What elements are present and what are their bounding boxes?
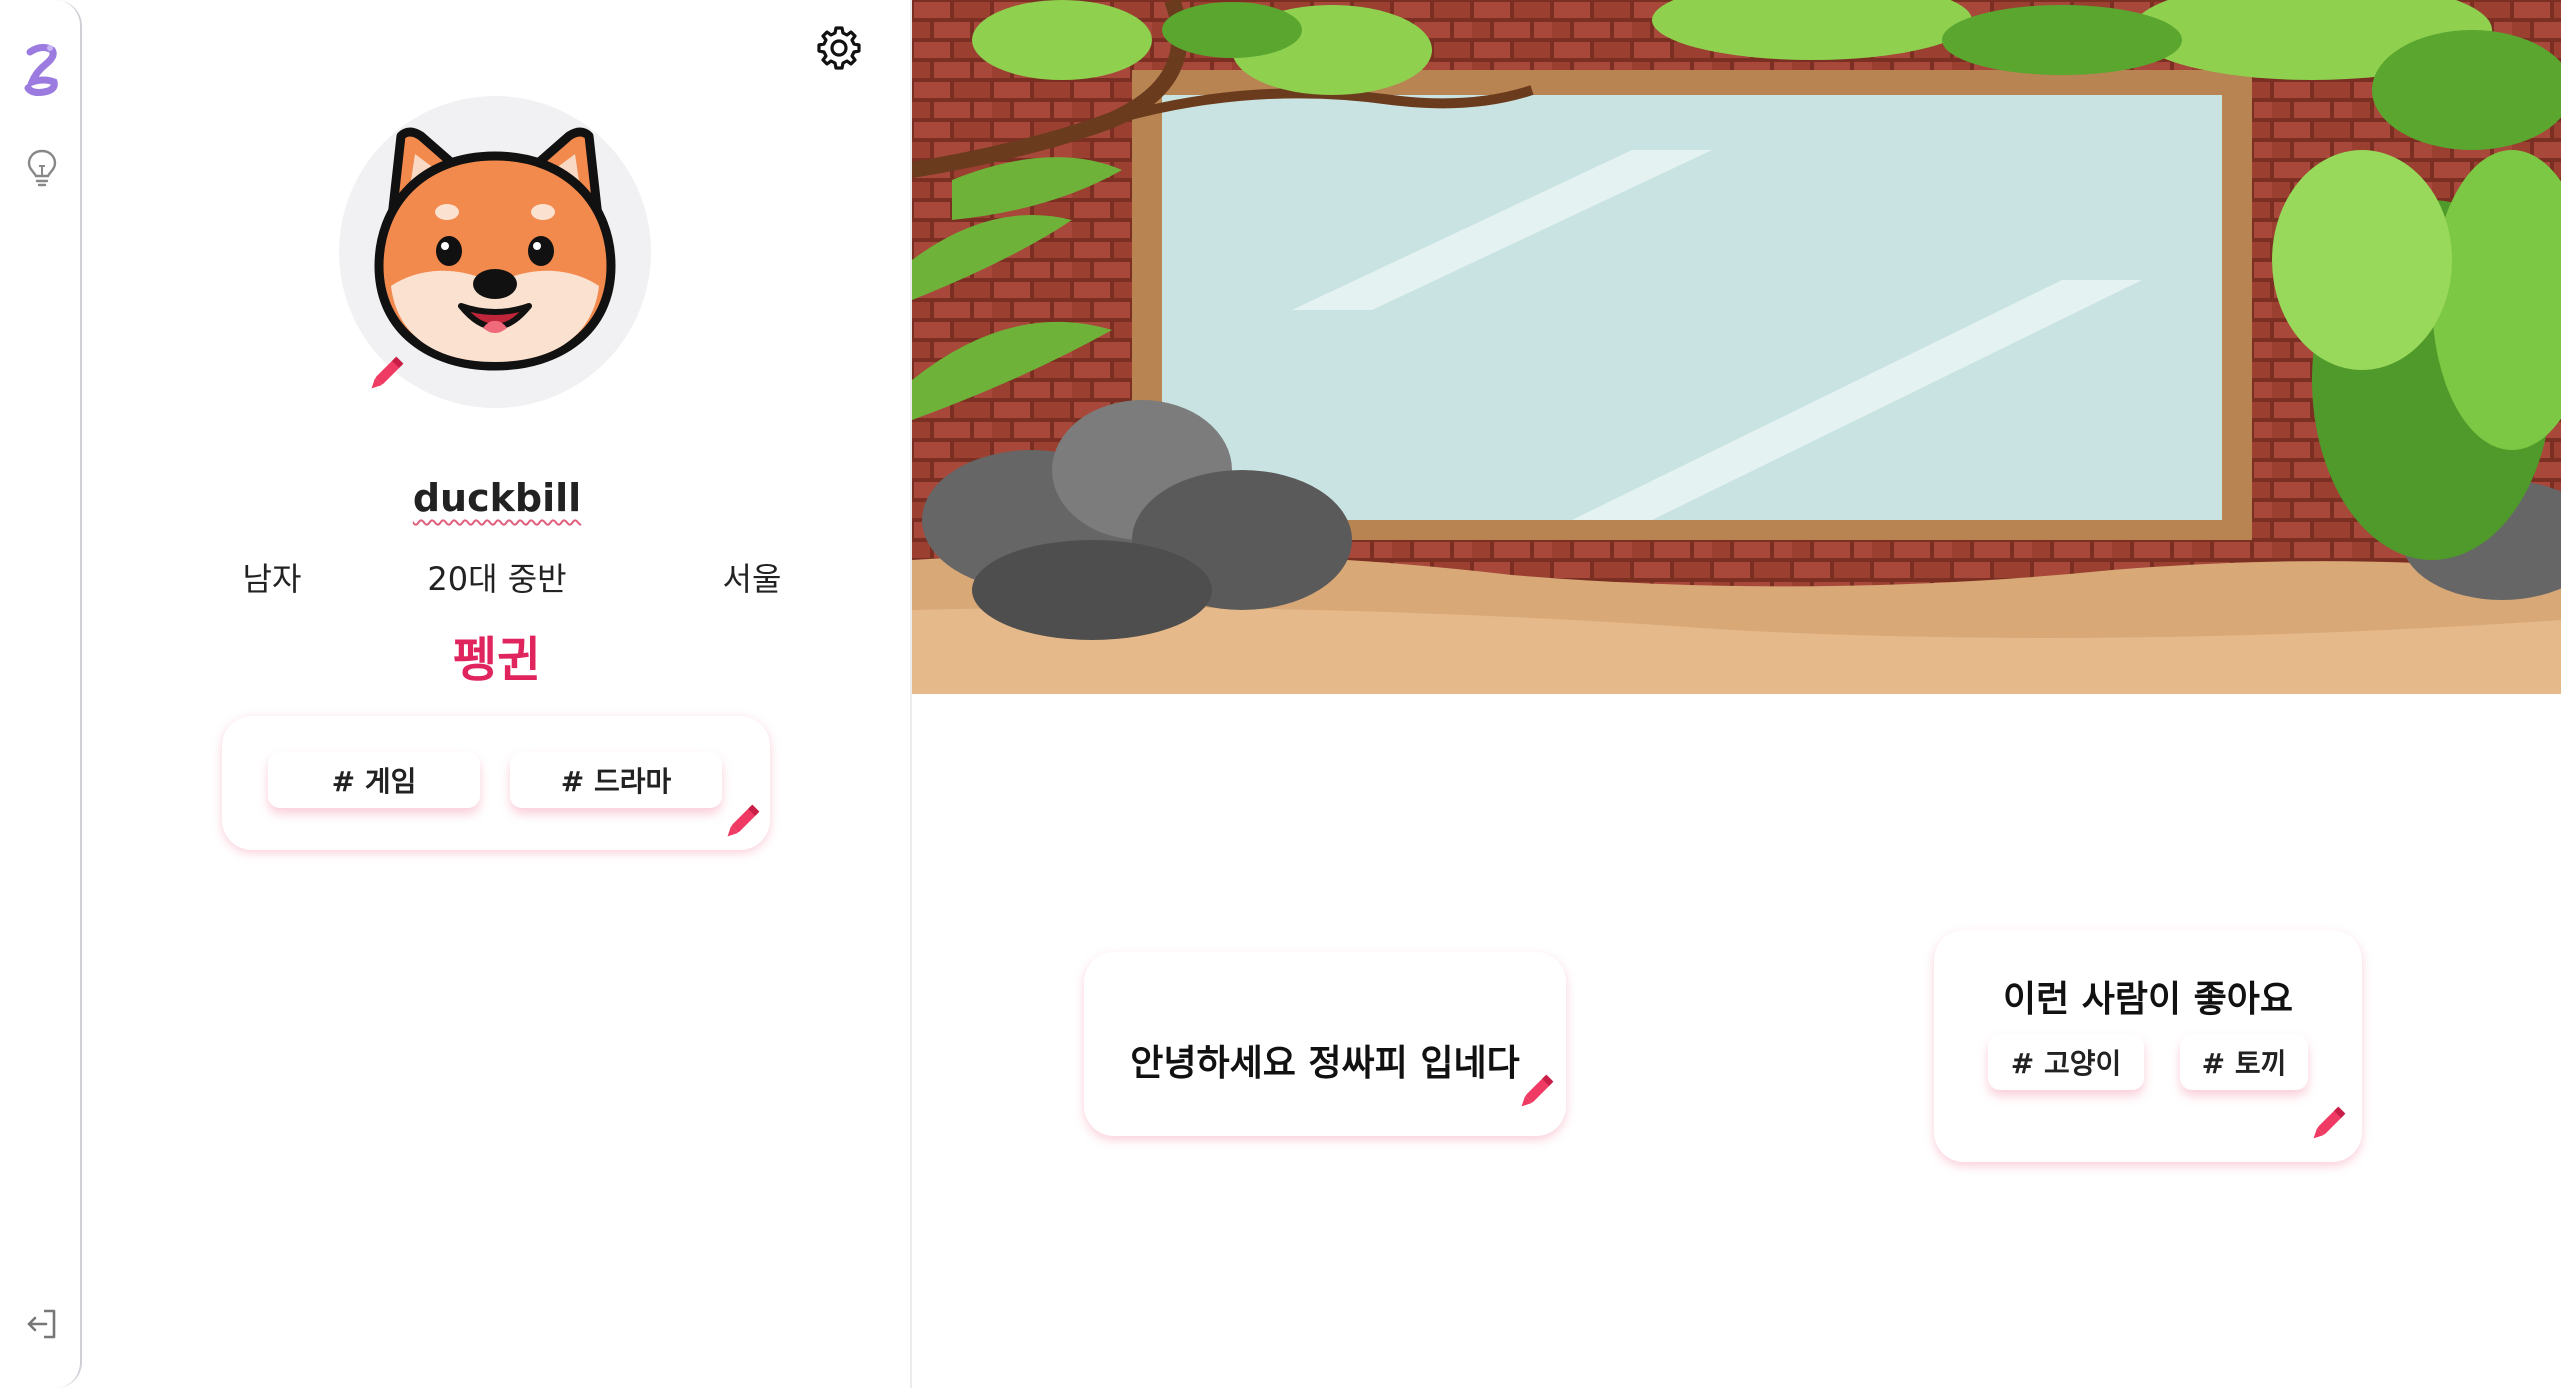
brick-wall-window-plants	[912, 0, 2561, 694]
side-nav	[0, 0, 82, 1388]
age-label: 20대 중반	[427, 560, 567, 598]
edit-preferences-pencil-icon[interactable]	[2304, 1102, 2350, 1148]
shiba-dog-avatar	[374, 127, 616, 371]
logout-icon[interactable]	[24, 1306, 60, 1342]
edit-avatar-pencil-icon[interactable]	[362, 352, 408, 398]
preference-tag[interactable]: # 고양이	[1988, 1034, 2144, 1090]
profile-panel: duckbill 남자 20대 중반 서울 펭귄 # 게임 # 드라마	[82, 0, 912, 1388]
interests-card: # 게임 # 드라마	[222, 716, 770, 850]
edit-interests-pencil-icon[interactable]	[718, 800, 764, 846]
animal-type: 펭귄	[452, 632, 542, 688]
username: duckbill	[412, 476, 582, 520]
app-logo-icon[interactable]	[22, 42, 60, 96]
location-label: 서울	[722, 560, 782, 598]
gender-label: 남자	[242, 560, 302, 598]
profile-banner	[912, 0, 2561, 694]
preference-tag[interactable]: # 토끼	[2180, 1034, 2308, 1090]
lightbulb-icon[interactable]	[25, 148, 59, 188]
interest-tag[interactable]: # 드라마	[510, 752, 722, 808]
intro-card: 안녕하세요 정싸피 입네다	[1084, 952, 1566, 1136]
gear-icon[interactable]	[816, 24, 862, 70]
interest-tag[interactable]: # 게임	[268, 752, 480, 808]
preferences-title: 이런 사람이 좋아요	[2002, 979, 2294, 1020]
intro-text: 안녕하세요 정싸피 입네다	[1130, 1043, 1520, 1084]
preferences-card: 이런 사람이 좋아요 # 고양이 # 토끼	[1934, 930, 2362, 1162]
edit-intro-pencil-icon[interactable]	[1512, 1070, 1558, 1116]
